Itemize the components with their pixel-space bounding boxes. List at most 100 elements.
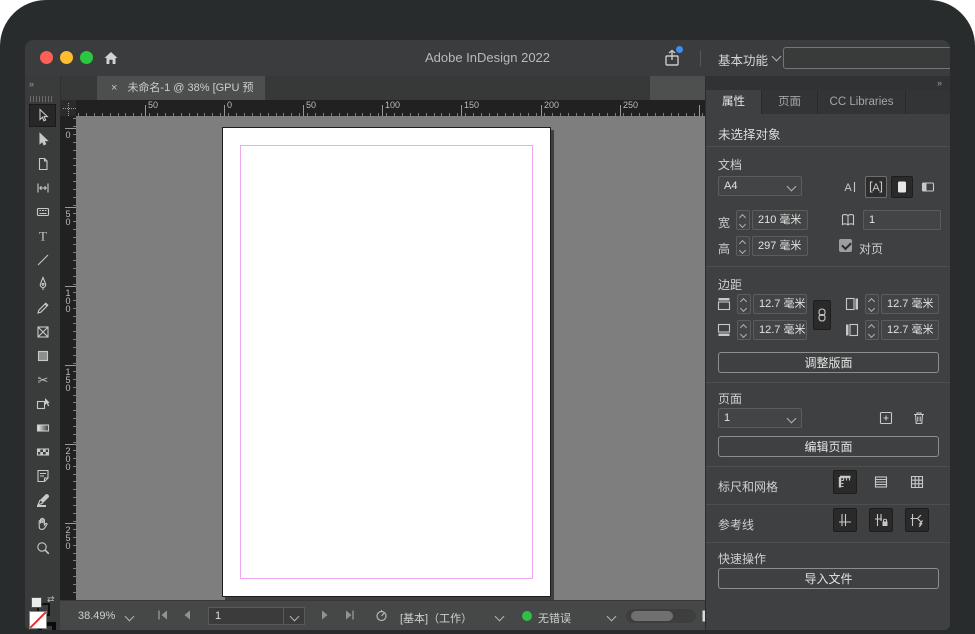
title-bar: Adobe InDesign 2022 基本功能 — [25, 40, 950, 77]
preflight-icon[interactable] — [374, 608, 389, 626]
show-guides-icon[interactable] — [833, 508, 857, 532]
margin-top-stepper[interactable] — [737, 294, 751, 314]
document-page[interactable] — [222, 127, 551, 597]
baseline-grid-icon[interactable] — [869, 470, 893, 494]
ruler-origin-box[interactable] — [60, 100, 76, 116]
page-select-chevron[interactable] — [283, 607, 305, 625]
page-number-field[interactable]: 1 — [208, 607, 284, 625]
page-size-select[interactable]: A4 — [718, 176, 802, 196]
eyedropper-tool[interactable] — [29, 488, 56, 511]
horizontal-ruler[interactable]: 50 0 50 100 150 200 250 — [76, 100, 705, 116]
smart-guides-icon[interactable] — [905, 508, 929, 532]
margins-section-label: 边距 — [718, 278, 743, 292]
edit-pages-button[interactable]: 编辑页面 — [718, 436, 939, 457]
swap-fill-stroke-icon[interactable]: ⇄ — [47, 594, 55, 605]
preflight-chevron-icon[interactable] — [494, 611, 505, 622]
zoom-level-value[interactable]: 38.49% — [78, 610, 115, 622]
horizontal-scrollbar[interactable] — [626, 609, 696, 623]
orientation-portrait-icon[interactable] — [891, 176, 913, 198]
import-file-button[interactable]: 导入文件 — [718, 568, 939, 589]
margin-right-icon — [842, 294, 862, 314]
share-icon[interactable] — [662, 46, 683, 73]
previous-page-button[interactable] — [180, 608, 194, 625]
gap-tool[interactable] — [29, 176, 56, 199]
search-input[interactable] — [783, 47, 950, 69]
rectangle-tool[interactable] — [29, 344, 56, 367]
divider — [706, 466, 950, 467]
gradient-feather-tool[interactable] — [29, 440, 56, 463]
titlebar-divider — [700, 50, 701, 66]
scissors-tool[interactable]: ✂ — [29, 368, 56, 391]
app-window: Adobe InDesign 2022 基本功能 × 未命名-1 @ 38% [G… — [25, 40, 950, 630]
gradient-swatch-tool[interactable] — [29, 416, 56, 439]
screenshot-stage: Adobe InDesign 2022 基本功能 × 未命名-1 @ 38% [G… — [0, 0, 975, 634]
text-direction-horizontal-icon[interactable]: A — [839, 176, 861, 198]
margin-left-field[interactable]: 12.7 毫米 — [881, 320, 939, 340]
tab-cc-libraries[interactable]: CC Libraries — [818, 90, 906, 114]
hand-tool[interactable] — [29, 512, 56, 535]
show-rulers-icon[interactable] — [833, 470, 857, 494]
link-margins-icon[interactable] — [813, 300, 831, 330]
margin-right-field[interactable]: 12.7 毫米 — [881, 294, 939, 314]
vertical-ruler[interactable]: 050100150200250 — [60, 116, 76, 600]
preflight-profile[interactable]: [基本]（工作） — [400, 610, 472, 626]
panel-expander-icon[interactable]: » — [937, 78, 943, 88]
last-page-button[interactable] — [342, 608, 356, 625]
first-page-button[interactable] — [156, 608, 170, 625]
svg-text:A: A — [844, 182, 852, 194]
rulers-grids-label: 标尺和网格 — [718, 480, 779, 494]
adjust-layout-button[interactable]: 调整版面 — [718, 352, 939, 373]
mini-fill-swatch[interactable] — [31, 597, 42, 608]
lock-guides-icon[interactable] — [869, 508, 893, 532]
toolbar-expander-icon[interactable]: » — [29, 79, 35, 89]
toolbar-grip[interactable] — [30, 96, 54, 102]
document-grid-icon[interactable] — [905, 470, 929, 494]
width-stepper[interactable] — [736, 210, 750, 230]
error-status[interactable]: 无错误 — [538, 610, 571, 626]
orientation-landscape-icon[interactable] — [917, 176, 939, 198]
margin-top-icon — [714, 294, 734, 314]
pasteboard[interactable] — [76, 116, 756, 630]
pen-tool[interactable] — [29, 272, 56, 295]
pages-count-field[interactable]: 1 — [863, 210, 941, 230]
content-collector-tool[interactable] — [29, 200, 56, 223]
margin-right-stepper[interactable] — [865, 294, 879, 314]
divider — [706, 382, 950, 383]
close-tab-icon[interactable]: × — [111, 82, 117, 94]
free-transform-tool[interactable] — [29, 392, 56, 415]
zoom-level-chevron-icon[interactable] — [124, 611, 135, 622]
selection-tool[interactable] — [29, 104, 56, 127]
tab-pages[interactable]: 页面 — [762, 90, 818, 114]
tab-strip-filler — [650, 76, 705, 100]
margin-left-icon — [842, 320, 862, 340]
fill-swatch[interactable] — [29, 611, 47, 629]
zoom-tool[interactable] — [29, 536, 56, 559]
add-page-icon[interactable] — [876, 408, 896, 428]
delete-page-icon[interactable] — [909, 408, 929, 428]
current-page-select[interactable]: 1 — [718, 408, 802, 428]
text-frame-icon[interactable]: A — [865, 176, 887, 198]
frame-tool[interactable] — [29, 320, 56, 343]
note-tool[interactable] — [29, 464, 56, 487]
height-field[interactable]: 297 毫米 — [752, 236, 808, 256]
tab-properties[interactable]: 属性 — [706, 90, 762, 114]
page-tool[interactable] — [29, 152, 56, 175]
error-status-chevron-icon[interactable] — [606, 611, 617, 622]
width-field[interactable]: 210 毫米 — [752, 210, 808, 230]
margin-left-stepper[interactable] — [865, 320, 879, 340]
margin-bottom-field[interactable]: 12.7 毫米 — [753, 320, 807, 340]
margin-bottom-stepper[interactable] — [737, 320, 751, 340]
workspace-switcher[interactable]: 基本功能 — [718, 50, 768, 69]
facing-pages-checkbox[interactable] — [839, 239, 852, 252]
direct-selection-tool[interactable] — [29, 128, 56, 151]
document-tab[interactable]: ×未命名-1 @ 38% [GPU 预览] — [97, 76, 265, 118]
pencil-tool[interactable] — [29, 296, 56, 319]
tab-strip: ×未命名-1 @ 38% [GPU 预览] — [60, 76, 650, 118]
type-tool[interactable]: T — [29, 224, 56, 247]
margin-top-field[interactable]: 12.7 毫米 — [753, 294, 807, 314]
next-page-button[interactable] — [318, 608, 332, 625]
height-stepper[interactable] — [736, 236, 750, 256]
svg-text:✂: ✂ — [37, 372, 48, 387]
horizontal-scrollbar-thumb[interactable] — [631, 611, 673, 621]
line-tool[interactable] — [29, 248, 56, 271]
